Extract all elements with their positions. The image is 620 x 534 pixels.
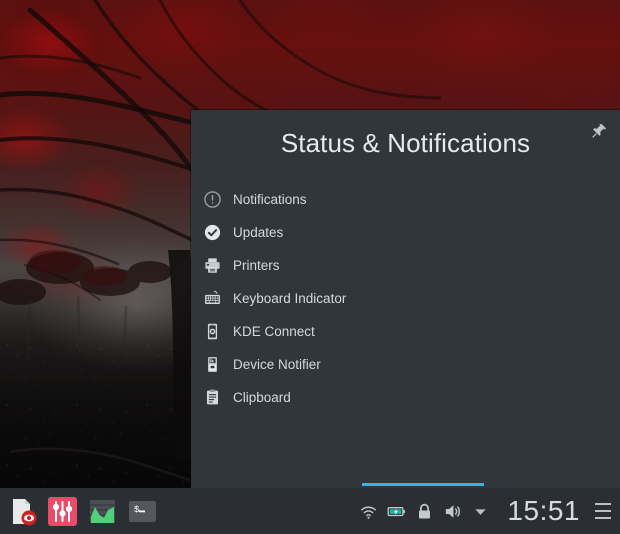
document-viewer-launcher[interactable] (7, 496, 38, 527)
pin-icon[interactable] (588, 120, 610, 142)
hamburger-icon[interactable] (595, 503, 611, 519)
list-item-updates[interactable]: Updates (191, 216, 620, 249)
list-item-label: Device Notifier (233, 357, 321, 372)
clipboard-icon (201, 387, 223, 409)
list-item-printers[interactable]: Printers (191, 249, 620, 282)
information-circle-icon (201, 189, 223, 211)
list-item-kde-connect[interactable]: KDE Connect (191, 315, 620, 348)
list-item-keyboard-indicator[interactable]: Keyboard Indicator (191, 282, 620, 315)
status-entry-list: Notifications Updates (191, 159, 620, 414)
printer-icon (201, 255, 223, 277)
list-item-device-notifier[interactable]: Device Notifier (191, 348, 620, 381)
usb-drive-icon (201, 354, 223, 376)
battery-icon[interactable] (387, 502, 406, 521)
taskbar-panel: $ (0, 488, 620, 534)
hamburger-line (595, 517, 611, 519)
launcher-area: $ (0, 496, 158, 527)
wifi-icon[interactable] (359, 502, 378, 521)
list-item-label: Notifications (233, 192, 307, 207)
hamburger-line (595, 510, 611, 512)
settings-launcher[interactable] (47, 496, 78, 527)
list-item-label: Keyboard Indicator (233, 291, 346, 306)
systray-active-indicator (362, 483, 484, 486)
system-tray: 15:51 (359, 495, 620, 527)
smartphone-icon (201, 321, 223, 343)
list-item-label: KDE Connect (233, 324, 315, 339)
list-item-label: Printers (233, 258, 280, 273)
terminal-launcher[interactable]: $ (127, 496, 158, 527)
check-circle-icon (201, 222, 223, 244)
status-notifications-popup: Status & Notifications Notifications (191, 110, 620, 488)
lock-icon[interactable] (415, 502, 434, 521)
svg-text:$: $ (134, 505, 140, 515)
list-item-notifications[interactable]: Notifications (191, 183, 620, 216)
list-item-clipboard[interactable]: Clipboard (191, 381, 620, 414)
list-item-label: Clipboard (233, 390, 291, 405)
keyboard-icon (201, 288, 223, 310)
clock-widget[interactable]: 15:51 (507, 495, 580, 527)
chevron-down-icon[interactable] (471, 502, 490, 521)
hamburger-line (595, 503, 611, 505)
system-monitor-launcher[interactable] (87, 496, 118, 527)
desktop: Status & Notifications Notifications (0, 0, 620, 534)
volume-icon[interactable] (443, 502, 462, 521)
page-title: Status & Notifications (191, 110, 620, 159)
list-item-label: Updates (233, 225, 283, 240)
